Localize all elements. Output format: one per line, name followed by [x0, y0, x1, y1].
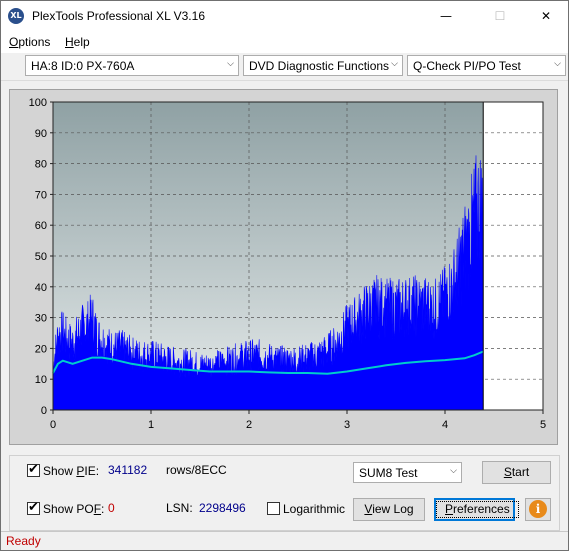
lsn-value: 2298496	[199, 501, 246, 515]
y-tick-label: 20	[35, 343, 47, 355]
x-tick-label: 2	[246, 419, 252, 431]
y-tick-label: 80	[35, 159, 47, 171]
status-bar: Ready	[1, 531, 568, 550]
chevron-down-icon: ⌵	[227, 59, 234, 69]
test-select[interactable]: Q-Check PI/PO Test ⌵	[407, 55, 566, 76]
check-icon: ✔	[28, 500, 39, 515]
pie-value: 341182	[108, 463, 148, 477]
menu-bar: Options Help	[1, 31, 568, 53]
preferences-button[interactable]: Preferences	[434, 498, 519, 521]
y-tick-label: 100	[29, 97, 47, 109]
show-pie-label: Show PIE:	[43, 464, 100, 478]
x-tick-label: 1	[148, 419, 154, 431]
function-select[interactable]: DVD Diagnostic Functions ⌵	[243, 55, 403, 76]
y-tick-label: 60	[35, 220, 47, 232]
y-tick-label: 70	[35, 189, 47, 201]
info-button[interactable]: i	[525, 498, 551, 521]
app-logo-icon: XL	[8, 8, 24, 24]
pie-unit: rows/8ECC	[166, 463, 227, 477]
sum-test-value: SUM8 Test	[359, 466, 418, 480]
lsn-label: LSN:	[166, 501, 193, 515]
y-tick-label: 90	[35, 128, 47, 140]
show-pie-checkbox[interactable]: ✔	[27, 462, 40, 477]
pi-po-chart: 0 10 20 30 40 50 60 70 80 90 100 0 1 2 3 4 5	[29, 97, 546, 431]
chevron-down-icon: ⌵	[391, 59, 398, 69]
chart-panel: 0 10 20 30 40 50 60 70 80 90 100 0 1 2 3 4 5	[9, 89, 558, 445]
menu-options[interactable]: Options	[9, 35, 50, 49]
view-log-button[interactable]: View Log	[353, 498, 425, 521]
show-pof-checkbox[interactable]: ✔	[27, 500, 40, 515]
toolbar: HA:8 ID:0 PX-760A ⌵ DVD Diagnostic Funct…	[1, 53, 568, 81]
drive-select-value: HA:8 ID:0 PX-760A	[31, 59, 135, 73]
close-button[interactable]: ✕	[523, 1, 569, 31]
x-tick-label: 0	[50, 419, 56, 431]
y-tick-label: 10	[35, 374, 47, 386]
y-tick-label: 50	[35, 251, 47, 263]
x-tick-label: 5	[540, 419, 546, 431]
chevron-down-icon: ⌵	[554, 59, 561, 69]
logarithmic-checkbox[interactable]	[267, 502, 280, 515]
check-icon: ✔	[28, 462, 39, 477]
x-tick-label: 4	[442, 419, 448, 431]
chevron-down-icon: ⌵	[450, 466, 457, 476]
maximize-button[interactable]: ☐	[477, 1, 523, 31]
y-tick-label: 0	[41, 405, 47, 417]
y-tick-label: 40	[35, 282, 47, 294]
minimize-button[interactable]: —	[423, 1, 469, 31]
window-title: PlexTools Professional XL V3.16	[32, 9, 205, 23]
title-bar[interactable]: XL PlexTools Professional XL V3.16 — ☐ ✕	[1, 1, 568, 31]
x-tick-label: 3	[344, 419, 350, 431]
y-tick-label: 30	[35, 313, 47, 325]
show-pof-label: Show POF:	[43, 502, 105, 516]
test-select-value: Q-Check PI/PO Test	[413, 59, 521, 73]
main-window: XL PlexTools Professional XL V3.16 — ☐ ✕…	[0, 0, 569, 551]
drive-select[interactable]: HA:8 ID:0 PX-760A ⌵	[25, 55, 239, 76]
start-button[interactable]: Start	[482, 461, 551, 484]
status-text: Ready	[6, 534, 41, 548]
menu-help[interactable]: Help	[65, 35, 90, 49]
controls-area: ✔ Show PIE: 341182 rows/8ECC SUM8 Test ⌵…	[1, 447, 568, 531]
pof-value: 0	[108, 501, 115, 515]
function-select-value: DVD Diagnostic Functions	[249, 59, 390, 73]
info-icon: i	[529, 500, 547, 518]
logarithmic-label: Logarithmic	[283, 502, 346, 516]
sum-test-select[interactable]: SUM8 Test ⌵	[353, 462, 462, 483]
